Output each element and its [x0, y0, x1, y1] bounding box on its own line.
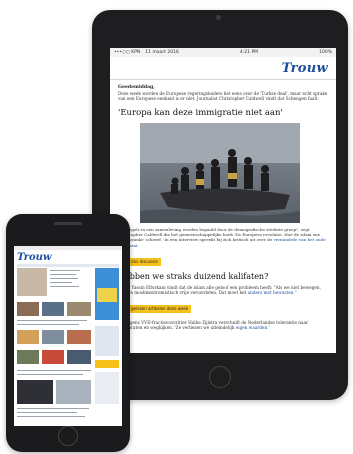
iphone-lead-photo[interactable] — [17, 268, 47, 296]
intro-paragraph: Deze week worden de Europese regeringsle… — [118, 91, 328, 102]
iphone-trouw-logo[interactable]: Trouw — [14, 250, 122, 264]
iphone-text-line — [17, 370, 91, 372]
iphone-yellow-banner[interactable] — [95, 360, 119, 368]
iphone-text-line — [50, 270, 80, 272]
second-headline[interactable]: Hebben we straks duizend kalifaten? — [118, 272, 328, 282]
iphone-thumb[interactable] — [17, 330, 39, 344]
date-label: 11 maart 2016 — [145, 50, 179, 55]
iphone-device: Trouw — [6, 214, 130, 452]
second-paragraph-link[interactable]: anders met bewusten." — [248, 290, 297, 295]
iphone-text-line — [50, 282, 72, 284]
iphone-thumb[interactable] — [67, 330, 91, 344]
most-read-item: 1. Volgens VVD-fractievoorzitter Halbe Z… — [118, 320, 328, 331]
iphone-thumb[interactable] — [42, 350, 64, 364]
iphone-text-line — [17, 408, 89, 410]
iphone-thumb[interactable] — [67, 302, 91, 316]
iphone-thumb[interactable] — [42, 330, 64, 344]
iphone-thumb[interactable] — [17, 350, 39, 364]
newsletter-header: Trouw — [110, 57, 336, 80]
iphone-thumb[interactable] — [56, 380, 91, 404]
iphone-thumb[interactable] — [42, 302, 64, 316]
iphone-text-line — [50, 286, 79, 288]
iphone-text-line — [17, 412, 77, 414]
iphone-screen: Trouw — [14, 246, 122, 426]
iphone-thumb[interactable] — [67, 350, 91, 364]
iphone-speaker — [54, 222, 82, 225]
iphone-text-line — [17, 374, 83, 376]
most-read-link[interactable]: eigen waarden.' — [236, 325, 270, 330]
photo-caption: "De regels in een samenleving worden bep… — [118, 227, 328, 248]
iphone-side-box[interactable] — [95, 326, 119, 356]
iphone-text-line — [50, 274, 76, 276]
greeting: Goedemiddag, — [118, 85, 155, 90]
iphone-text-line — [17, 324, 79, 326]
iphone-feature-photo[interactable] — [17, 380, 53, 404]
ipad-status-bar: •••○○ KPN 11 maart 2016 4:21 PM 100% — [110, 48, 336, 57]
ipad-camera — [216, 15, 221, 20]
iphone-side-box[interactable] — [95, 372, 119, 404]
ipad-screen: •••○○ KPN 11 maart 2016 4:21 PM 100% Tro… — [110, 48, 336, 353]
battery-label: 100% — [319, 50, 332, 55]
refugee-boat-photo[interactable] — [140, 122, 300, 223]
second-paragraph: Imam Yassin Elforkani vindt dat de islam… — [118, 285, 328, 296]
ipad-device: •••○○ KPN 11 maart 2016 4:21 PM 100% Tro… — [92, 10, 348, 400]
iphone-text-line — [17, 320, 87, 322]
refugee-boat-image — [140, 122, 300, 223]
iphone-nav-bar[interactable] — [17, 264, 119, 267]
carrier-label: •••○○ KPN — [114, 50, 141, 55]
newsletter-body: Goedemiddag, Deze week worden de Europes… — [110, 80, 336, 331]
iphone-text-line — [17, 416, 85, 418]
most-read-text: 1. Volgens VVD-fractievoorzitter Halbe Z… — [118, 319, 308, 331]
trouw-logo[interactable]: Trouw — [282, 61, 328, 76]
iphone-thumb[interactable] — [17, 302, 39, 316]
iphone-ad-banner-inner — [97, 288, 117, 302]
iphone-home-button[interactable] — [58, 426, 78, 446]
ipad-home-button[interactable] — [209, 366, 231, 388]
time-label: 4:21 PM — [239, 50, 259, 55]
headline[interactable]: 'Europa kan deze immigratie niet aan' — [118, 108, 328, 118]
iphone-text-line — [50, 278, 78, 280]
